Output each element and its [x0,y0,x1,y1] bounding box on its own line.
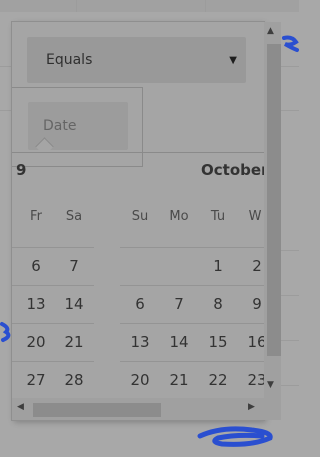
calendar-row-divider [12,323,94,324]
calendar-day[interactable]: 6 [18,257,54,275]
calendar-day[interactable]: 22 [200,371,236,389]
grid-line [281,250,299,251]
calendar-day[interactable]: 7 [161,295,197,313]
header-divider [76,0,77,12]
grid-line [281,66,299,67]
calendar-row-divider [120,247,264,248]
calendar-day[interactable]: 6 [122,295,158,313]
weekday-header: Sa [65,209,83,224]
calendar-day[interactable]: 16 [239,333,264,351]
calendar-row-divider [12,361,94,362]
annotation-scribble [197,426,273,447]
calendar-day[interactable]: 15 [200,333,236,351]
scroll-up-icon[interactable]: ▲ [267,26,274,36]
page-header-strip [0,0,299,12]
calendar-day[interactable]: 2 [239,257,264,275]
calendar-day[interactable]: 28 [56,371,92,389]
calendar-day[interactable]: 21 [56,333,92,351]
grid-line [281,110,299,111]
calendar-day[interactable]: 27 [18,371,54,389]
grid-line [281,340,299,341]
grid-line [0,110,12,111]
vertical-scrollbar[interactable]: ▲ ▼ [264,22,281,420]
calendar-day[interactable]: 9 [239,295,264,313]
filter-panel: Equals ▼ Date 9 October Fr Sa Su Mo Tu W… [12,22,264,420]
calendar-day[interactable]: 13 [18,295,54,313]
calendar-row-divider [120,285,264,286]
header-divider [205,0,206,12]
month-label-left: 9 [16,161,27,179]
calendar-day[interactable]: 14 [161,333,197,351]
calendar-day[interactable]: 14 [56,295,92,313]
weekday-header: W [248,209,262,224]
operator-select-value: Equals [46,52,93,68]
scroll-right-icon[interactable]: ▶ [248,402,255,412]
calendar-day[interactable]: 7 [56,257,92,275]
date-placeholder: Date [43,118,77,134]
calendar-day[interactable]: 1 [200,257,236,275]
annotation-scribble [0,322,11,342]
weekday-header: Tu [210,209,226,224]
calendar-day[interactable]: 20 [122,371,158,389]
horizontal-scroll-thumb[interactable] [33,403,161,417]
calendar-day[interactable]: 13 [122,333,158,351]
annotation-scribble [282,35,299,52]
weekday-header: Fr [30,209,42,224]
grid-line [281,385,299,386]
grid-line [0,66,12,67]
month-label-right: October [201,161,264,179]
calendar-row-divider [120,361,264,362]
calendar-day[interactable]: 23 [239,371,264,389]
calendar-day[interactable]: 20 [18,333,54,351]
grid-line [281,295,299,296]
vertical-scroll-thumb[interactable] [267,44,281,356]
scroll-left-icon[interactable]: ◀ [17,402,24,412]
calendar-row-divider [12,285,94,286]
date-picker-calendar: 9 October Fr Sa Su Mo Tu W 6 7 13 14 20 … [12,152,264,420]
calendar-row-divider [120,323,264,324]
calendar-day[interactable]: 21 [161,371,197,389]
operator-select[interactable]: Equals ▼ [27,37,246,83]
scroll-down-icon[interactable]: ▼ [267,380,274,390]
calendar-day[interactable]: 8 [200,295,236,313]
weekday-header: Mo [169,209,189,224]
dropdown-arrow-icon: ▼ [229,54,237,66]
horizontal-scrollbar[interactable]: ◀ ▶ [12,398,264,420]
calendar-row-divider [12,247,94,248]
weekday-header: Su [131,209,149,224]
